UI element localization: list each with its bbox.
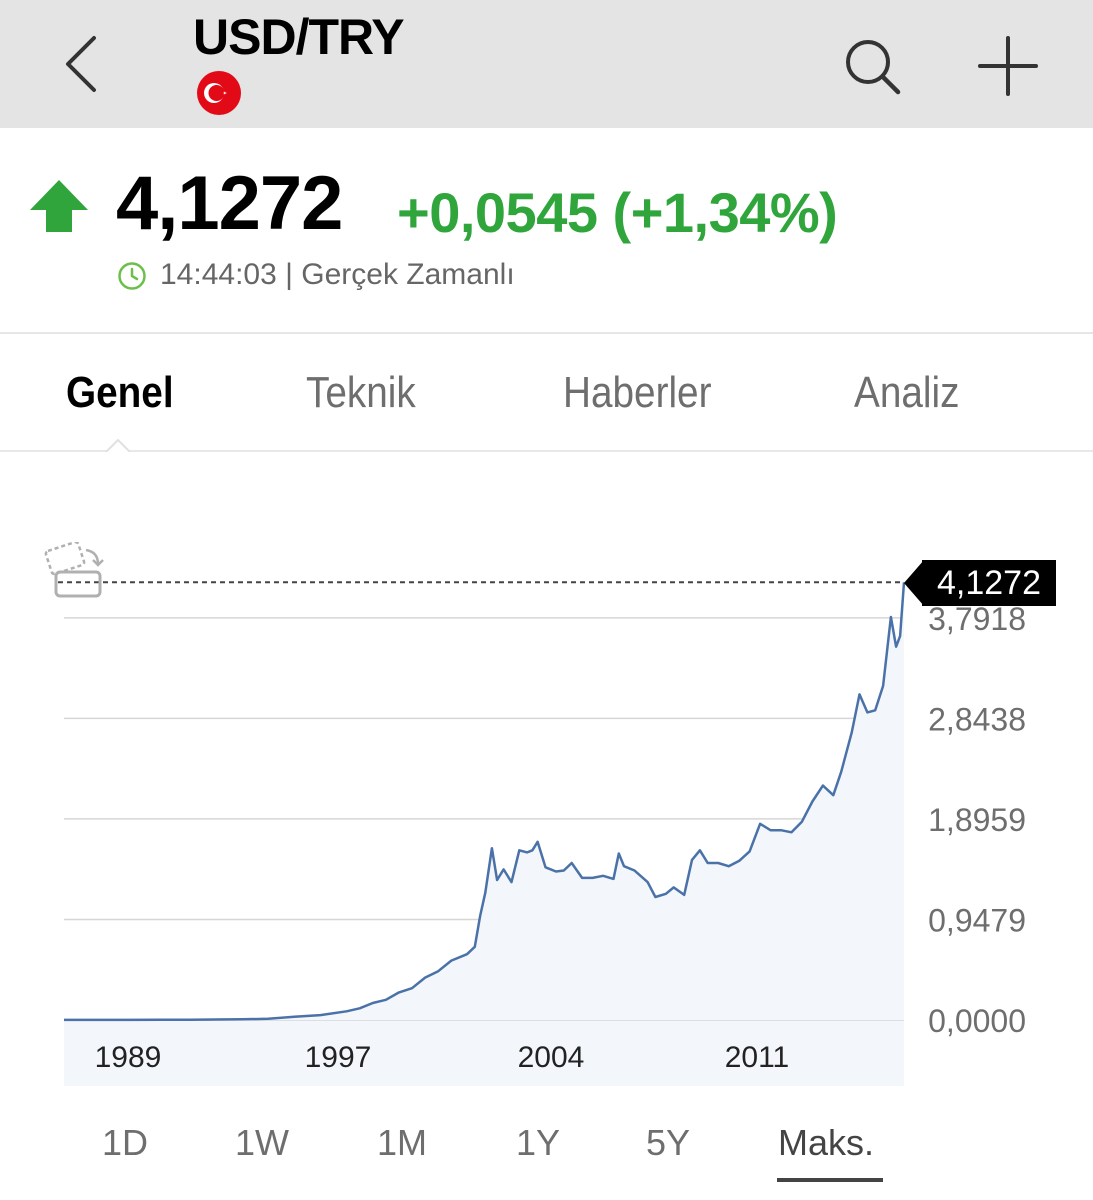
range-1d[interactable]: 1D xyxy=(102,1122,148,1164)
tab-teknik[interactable]: Teknik xyxy=(306,368,416,418)
range-1y[interactable]: 1Y xyxy=(516,1122,560,1164)
tab-genel[interactable]: Genel xyxy=(66,368,174,418)
range-5y[interactable]: 5Y xyxy=(646,1122,690,1164)
y-tick-label: 0,0000 xyxy=(928,1003,1026,1039)
search-icon xyxy=(846,40,901,95)
range-1m[interactable]: 1M xyxy=(377,1122,427,1164)
range-selector: 1D 1W 1M 1Y 5Y Maks. xyxy=(0,1116,1093,1186)
x-tick-label: 1989 xyxy=(95,1041,162,1074)
y-tick-label: 3,7918 xyxy=(928,601,1026,637)
top-bar: USD/TRY xyxy=(0,0,1093,128)
y-tick-label: 1,8959 xyxy=(928,802,1026,838)
add-button[interactable] xyxy=(972,30,1044,102)
clock-icon xyxy=(118,262,146,290)
current-price: 4,1272 xyxy=(116,161,343,246)
tab-haberler[interactable]: Haberler xyxy=(563,368,712,418)
rotate-fullscreen-icon xyxy=(44,540,104,598)
realtime-status: | Gerçek Zamanlı xyxy=(285,258,515,291)
tab-bar: Genel Teknik Haberler Analiz xyxy=(0,334,1093,454)
current-value-label: 4,1272 xyxy=(922,560,1056,606)
expand-chart-button[interactable] xyxy=(40,540,108,602)
arrow-up-icon xyxy=(30,180,88,232)
price-area xyxy=(64,582,904,1020)
range-max[interactable]: Maks. xyxy=(778,1122,874,1164)
range-1w[interactable]: 1W xyxy=(235,1122,289,1164)
tab-analiz[interactable]: Analiz xyxy=(854,368,959,418)
turkey-flag-icon xyxy=(197,71,241,115)
back-button[interactable] xyxy=(52,28,116,100)
update-time: 14:44:03 xyxy=(160,258,277,291)
active-range-underline xyxy=(777,1178,883,1182)
search-button[interactable] xyxy=(838,32,906,100)
current-value-pointer xyxy=(904,560,924,606)
x-tick-label: 2011 xyxy=(725,1041,790,1074)
plus-icon xyxy=(978,36,1038,96)
update-time-row: 14:44:03 | Gerçek Zamanlı xyxy=(160,258,515,292)
x-tick-label: 1997 xyxy=(305,1041,372,1074)
price-change: +0,0545 (+1,34%) xyxy=(397,181,838,244)
y-tick-label: 0,9479 xyxy=(928,902,1026,938)
y-tick-label: 2,8438 xyxy=(928,701,1026,737)
price-chart: 0,0000 0,9479 1,8959 2,8438 3,7918 1989 1997 20… xyxy=(0,452,1093,1200)
chevron-left-icon xyxy=(66,36,96,92)
quote-panel: 4,1272 +0,0545 (+1,34%) 14:44:03 | Gerçe… xyxy=(0,128,1093,334)
x-tick-label: 2004 xyxy=(518,1041,585,1074)
chart-svg: 0,0000 0,9479 1,8959 2,8438 3,7918 1989 1997 20… xyxy=(58,581,1026,1086)
page-title: USD/TRY xyxy=(193,9,405,65)
